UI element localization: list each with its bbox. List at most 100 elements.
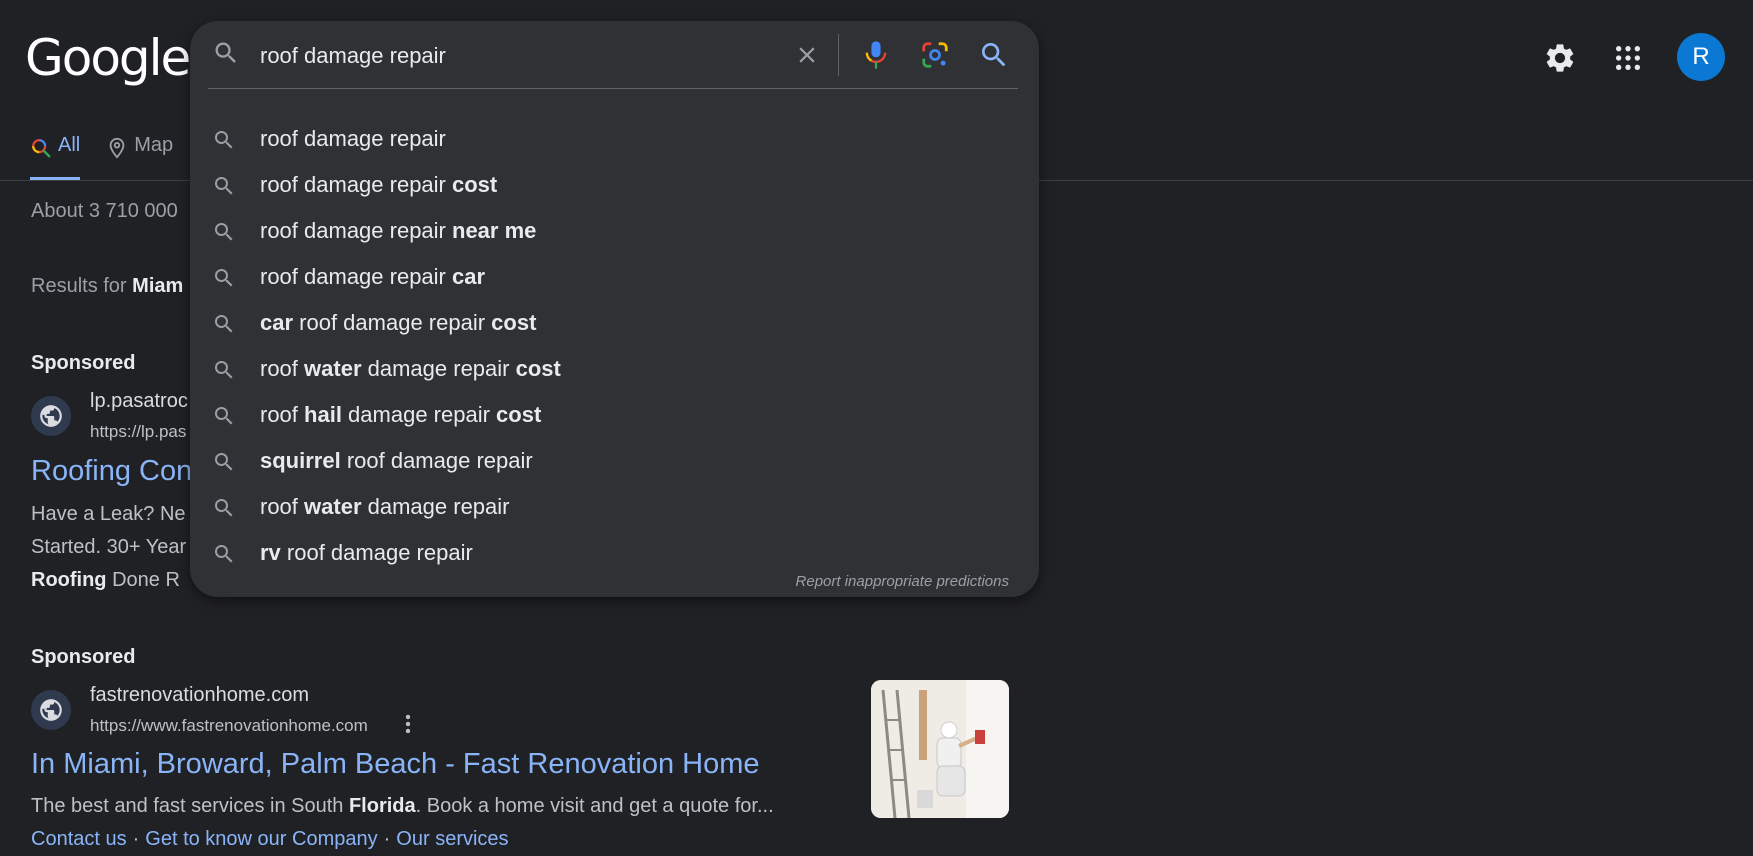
ad-thumbnail-image[interactable]: [871, 680, 1009, 818]
suggestion-item[interactable]: roof damage repair: [190, 116, 1039, 162]
ad-desc-post: . Book a home visit and get a quote for.…: [415, 795, 774, 817]
suggestion-segment: roof damage repair: [260, 126, 446, 151]
ad-title-link[interactable]: Roofing Con: [31, 455, 192, 488]
suggestion-segment: roof: [260, 402, 305, 427]
suggestion-text: squirrel roof damage repair: [260, 448, 533, 474]
lens-icon: [922, 42, 948, 68]
suggestion-highlight: water: [304, 356, 362, 381]
ad-sitelinks: Contact us · Get to know our Company · Our s…: [31, 828, 509, 851]
tab-maps-label: Map: [134, 134, 174, 156]
suggestion-highlight: cost: [496, 402, 542, 427]
ad-desc-line: Started. 30+ Year: [31, 536, 187, 558]
suggestion-item[interactable]: car roof damage repair cost: [190, 300, 1039, 346]
results-for-location-name[interactable]: Miam: [132, 275, 183, 297]
site-favicon[interactable]: [31, 690, 71, 730]
suggestion-item[interactable]: roof damage repair near me: [190, 208, 1039, 254]
worker-photo-illustration: [871, 680, 1009, 818]
suggestion-segment: roof: [260, 494, 305, 519]
results-for-location: Results for Miam: [31, 275, 183, 298]
ad-desc-rest: Done R: [106, 569, 180, 591]
suggestion-highlight: squirrel: [260, 448, 341, 473]
suggestion-item[interactable]: squirrel roof damage repair: [190, 438, 1039, 484]
suggestion-segment: damage repair: [361, 494, 510, 519]
google-apps-button[interactable]: [1606, 36, 1650, 80]
site-favicon[interactable]: [31, 396, 71, 436]
ad-desc-bold: Florida: [348, 795, 416, 817]
suggestion-list: roof damage repair roof damage repair cos…: [190, 116, 1039, 576]
suggestion-segment: damage repair: [361, 356, 516, 381]
search-input[interactable]: roof damage repair: [260, 43, 446, 69]
search-icon: [215, 361, 233, 379]
suggestion-text: roof water damage repair: [260, 494, 510, 520]
results-for-prefix: Results for: [31, 275, 133, 297]
search-icon: [32, 139, 51, 158]
ad-site-name[interactable]: lp.pasatroc: [90, 390, 188, 413]
search-icon: [215, 545, 233, 563]
lens-search-button[interactable]: [915, 35, 955, 75]
suggestion-item[interactable]: roof hail damage repair cost: [190, 392, 1039, 438]
globe-icon: [40, 699, 62, 721]
search-icon: [215, 223, 233, 241]
suggestion-text: car roof damage repair cost: [260, 310, 536, 336]
tab-all[interactable]: All: [30, 134, 81, 180]
search-icon: [215, 407, 233, 425]
suggestion-item[interactable]: roof water damage repair cost: [190, 346, 1039, 392]
tab-maps[interactable]: Map: [106, 134, 173, 180]
suggestion-highlight: water: [304, 494, 362, 519]
tab-all-label: All: [58, 134, 81, 156]
search-icon: [215, 42, 236, 63]
more-options-button[interactable]: [398, 712, 418, 736]
sitelink-about-company[interactable]: Get to know our Company: [145, 828, 377, 850]
suggestion-highlight: cost: [452, 172, 498, 197]
ad-site-name[interactable]: fastrenovationhome.com: [90, 684, 309, 707]
ad-site-url[interactable]: https://lp.pas: [90, 422, 186, 442]
settings-button[interactable]: [1538, 36, 1582, 80]
suggestion-item[interactable]: roof damage repair cost: [190, 162, 1039, 208]
report-predictions-link[interactable]: Report inappropriate predictions: [796, 573, 1009, 590]
search-box[interactable]: roof damage repair: [190, 21, 1039, 87]
mic-icon: [865, 41, 887, 69]
suggestion-text: roof damage repair car: [260, 264, 485, 290]
suggestion-text: roof hail damage repair cost: [260, 402, 541, 428]
voice-search-button[interactable]: [856, 35, 896, 75]
account-avatar[interactable]: R: [1677, 33, 1725, 81]
close-icon: [799, 47, 815, 63]
more-vert-icon: [405, 714, 411, 734]
ad-title-link[interactable]: In Miami, Broward, Palm Beach - Fast Ren…: [31, 748, 760, 781]
ad-desc-bold: Roofing: [31, 569, 107, 591]
suggestion-item[interactable]: roof water damage repair: [190, 484, 1039, 530]
suggestion-item[interactable]: roof damage repair car: [190, 254, 1039, 300]
search-icon: [215, 269, 233, 287]
result-stats: About 3 710 000: [31, 200, 178, 222]
ad-site-url[interactable]: https://www.fastrenovationhome.com: [90, 716, 368, 736]
suggestion-segment: damage repair: [341, 402, 497, 427]
search-icon: [215, 499, 233, 517]
ad-desc-pre: The best and fast services in South: [31, 795, 349, 817]
search-icon: [982, 43, 1006, 67]
suggestion-text: rv roof damage repair: [260, 540, 473, 566]
ad-description: Have a Leak? Ne Started. 30+ Year Roofin…: [31, 498, 186, 597]
search-box-divider: [838, 34, 839, 76]
suggestion-item[interactable]: rv roof damage repair: [190, 530, 1039, 576]
search-tabs: All Map: [30, 134, 173, 180]
suggestion-highlight: cost: [515, 356, 561, 381]
suggestion-segment: roof damage repair: [260, 218, 452, 243]
globe-icon: [40, 405, 62, 427]
suggestion-segment: roof damage repair: [293, 310, 492, 335]
clear-search-button[interactable]: [787, 35, 827, 75]
search-submit-button[interactable]: [974, 35, 1014, 75]
suggestion-text: roof damage repair near me: [260, 218, 536, 244]
suggestion-highlight: cost: [491, 310, 537, 335]
suggestion-highlight: hail: [304, 402, 342, 427]
google-logo[interactable]: Google: [25, 30, 191, 86]
suggestion-segment: roof damage repair: [340, 448, 533, 473]
sitelink-contact-us[interactable]: Contact us: [31, 828, 127, 850]
dropdown-separator: [208, 88, 1018, 89]
sitelink-our-services[interactable]: Our services: [396, 828, 508, 850]
sitelink-separator: ·: [383, 828, 391, 850]
search-icon: [215, 177, 233, 195]
suggestion-text: roof damage repair: [260, 126, 446, 152]
suggestion-text: roof water damage repair cost: [260, 356, 561, 382]
search-icon: [215, 315, 233, 333]
map-pin-icon: [109, 137, 125, 159]
